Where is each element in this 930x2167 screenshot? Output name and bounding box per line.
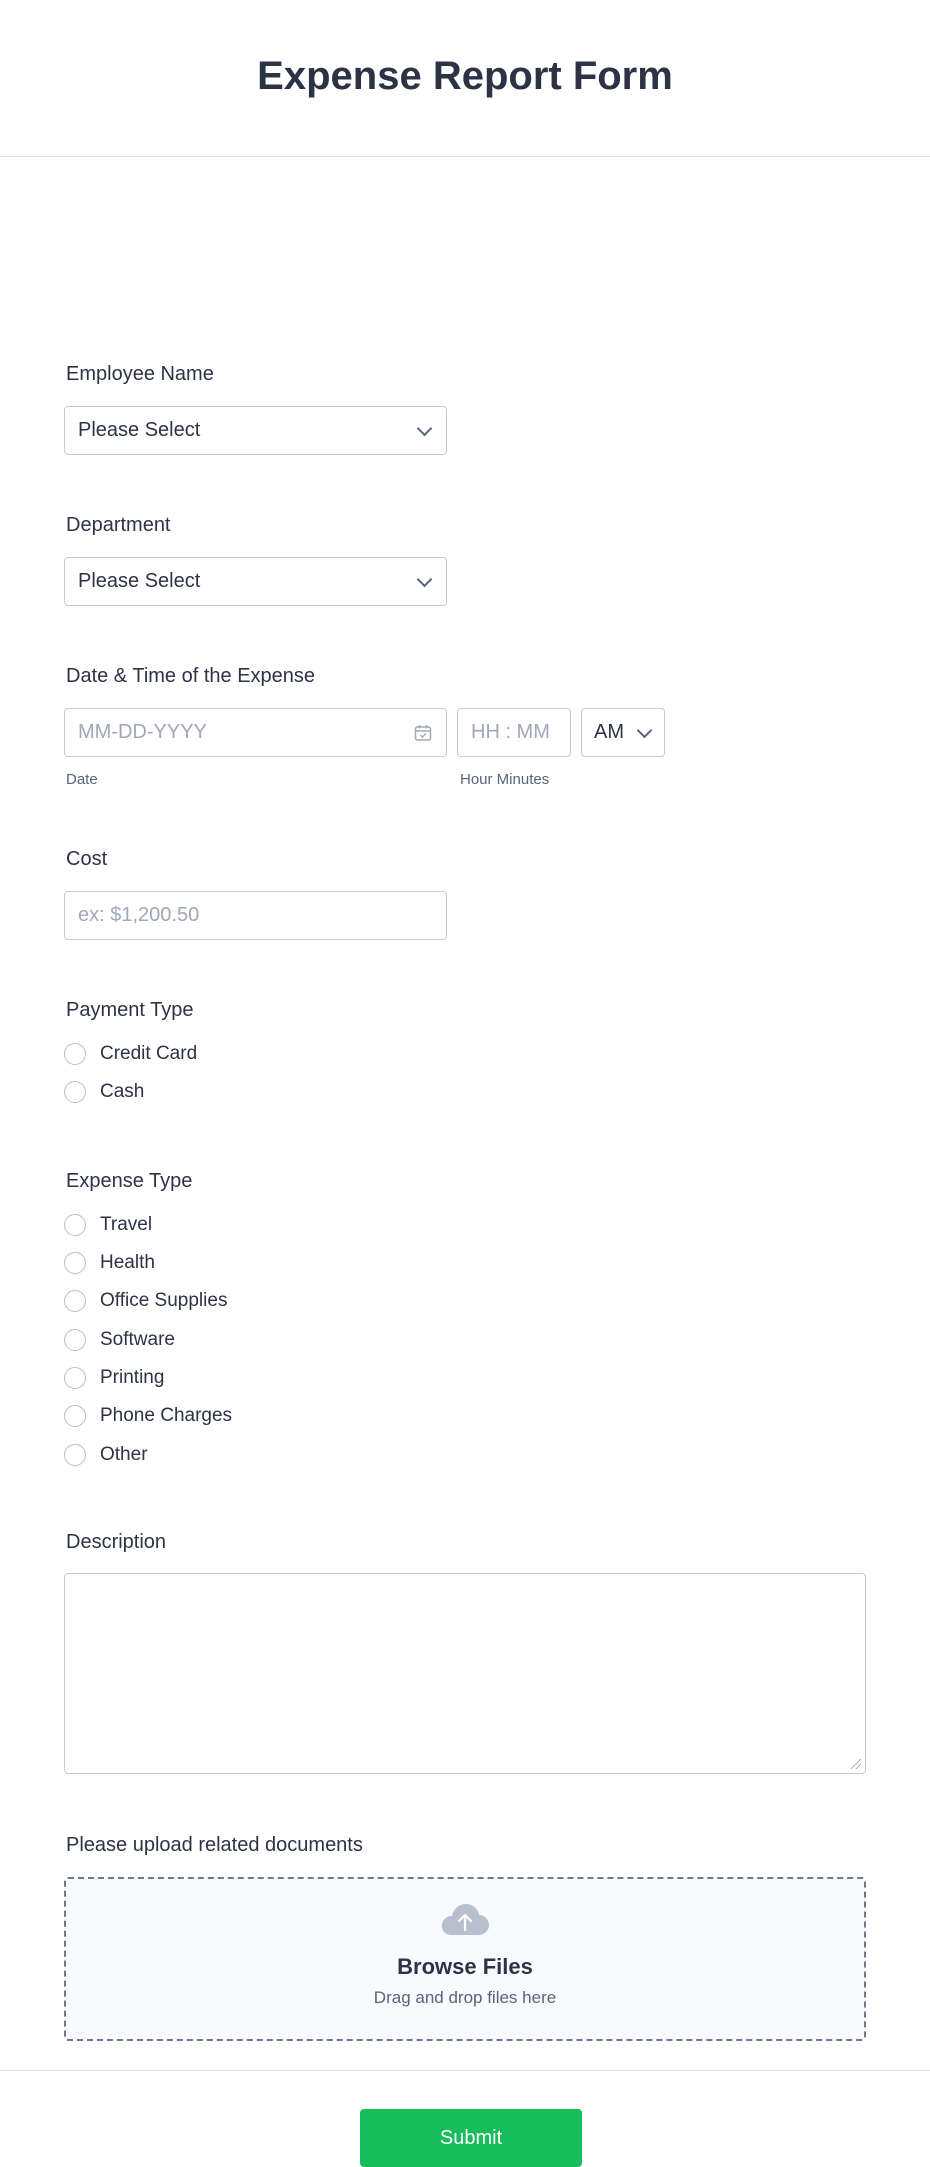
upload-label: Please upload related documents [66, 1834, 363, 1856]
file-upload-dropzone[interactable]: Browse Files Drag and drop files here [64, 1877, 866, 2041]
date-placeholder: MM-DD-YYYY [78, 721, 207, 743]
ampm-select[interactable]: AM [581, 708, 665, 757]
radio-option-travel[interactable]: Travel [64, 1212, 152, 1238]
drag-drop-hint: Drag and drop files here [373, 1988, 557, 2007]
radio-button[interactable] [64, 1290, 86, 1312]
cloud-upload-icon [440, 1903, 490, 1942]
radio-option-credit-card[interactable]: Credit Card [64, 1041, 197, 1067]
radio-label: Travel [100, 1214, 153, 1235]
radio-button[interactable] [64, 1043, 86, 1065]
resize-handle-icon[interactable] [851, 1759, 861, 1769]
radio-label: Cash [100, 1081, 145, 1102]
radio-label: Health [100, 1252, 155, 1273]
calendar-icon[interactable] [414, 724, 432, 742]
radio-label: Printing [100, 1367, 165, 1388]
radio-option-health[interactable]: Health [64, 1250, 155, 1276]
radio-button[interactable] [64, 1252, 86, 1274]
employee-name-value: Please Select [78, 419, 201, 441]
radio-label: Phone Charges [100, 1405, 233, 1426]
time-input[interactable]: HH : MM [457, 708, 571, 757]
department-select[interactable]: Please Select [64, 557, 447, 606]
radio-label: Other [100, 1444, 148, 1465]
cost-label: Cost [66, 848, 108, 870]
time-sublabel: Hour Minutes [460, 771, 550, 788]
description-textarea[interactable] [64, 1573, 866, 1774]
radio-button[interactable] [64, 1444, 86, 1466]
radio-option-software[interactable]: Software [64, 1327, 175, 1353]
radio-button[interactable] [64, 1081, 86, 1103]
chevron-down-icon [416, 420, 433, 436]
radio-option-phone-charges[interactable]: Phone Charges [64, 1403, 232, 1429]
department-label: Department [66, 514, 171, 536]
radio-option-cash[interactable]: Cash [64, 1079, 144, 1105]
payment-type-label: Payment Type [66, 999, 194, 1021]
radio-option-other[interactable]: Other [64, 1442, 148, 1468]
submit-button[interactable]: Submit [360, 2109, 582, 2167]
form-header: Expense Report Form [0, 0, 930, 157]
browse-files-button[interactable]: Browse Files [397, 1954, 533, 1980]
datetime-label: Date & Time of the Expense [66, 665, 316, 687]
radio-label: Credit Card [100, 1043, 198, 1064]
ampm-value: AM [594, 721, 624, 743]
description-label: Description [66, 1531, 167, 1553]
footer-divider [0, 2070, 930, 2071]
cost-input[interactable]: ex: $1,200.50 [64, 891, 447, 940]
radio-button[interactable] [64, 1405, 86, 1427]
radio-button[interactable] [64, 1367, 86, 1389]
radio-button[interactable] [64, 1214, 86, 1236]
date-input[interactable]: MM-DD-YYYY [64, 708, 447, 757]
radio-option-printing[interactable]: Printing [64, 1365, 164, 1391]
time-placeholder: HH : MM [471, 721, 550, 743]
radio-label: Software [100, 1329, 175, 1350]
chevron-down-icon [636, 722, 653, 738]
form-title: Expense Report Form [257, 53, 673, 98]
expense-type-label: Expense Type [66, 1170, 193, 1192]
cost-placeholder: ex: $1,200.50 [78, 904, 200, 926]
radio-label: Office Supplies [100, 1290, 228, 1311]
radio-option-office-supplies[interactable]: Office Supplies [64, 1288, 227, 1314]
chevron-down-icon [416, 571, 433, 587]
employee-name-label: Employee Name [66, 363, 214, 385]
date-sublabel: Date [66, 771, 98, 788]
radio-button[interactable] [64, 1329, 86, 1351]
employee-name-select[interactable]: Please Select [64, 406, 447, 455]
department-value: Please Select [78, 570, 201, 592]
